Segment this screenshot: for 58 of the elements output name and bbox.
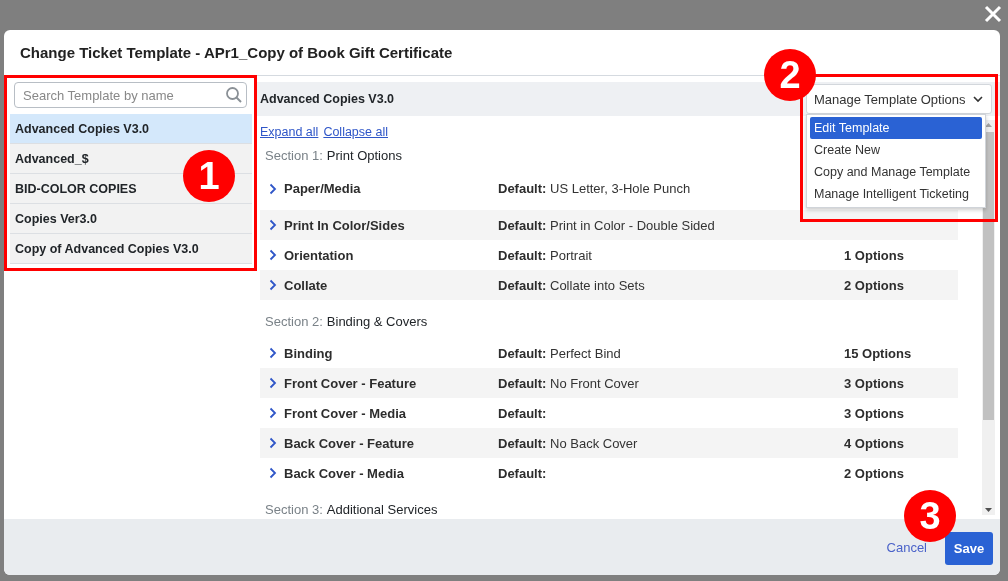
chevron-icon[interactable]: [269, 219, 277, 231]
search-field[interactable]: Search Template by name: [14, 82, 247, 108]
save-button[interactable]: Save: [945, 531, 993, 565]
template-item[interactable]: Copy of Advanced Copies V3.0: [10, 234, 252, 264]
chevron-icon[interactable]: [269, 182, 277, 195]
menu-item[interactable]: Edit Template: [810, 117, 982, 139]
chevron-icon[interactable]: [269, 249, 277, 261]
tree-link[interactable]: Expand all: [260, 125, 319, 143]
default-value: Default: US Letter, 3-Hole Punch: [498, 181, 691, 196]
chevron-icon[interactable]: [269, 279, 277, 291]
option-name: Back Cover - Feature: [284, 435, 415, 451]
caret-icon: [973, 95, 983, 103]
options-count: 3 Options: [844, 375, 904, 391]
chevron-icon[interactable]: [269, 467, 277, 479]
options-count: 1 Options: [844, 247, 904, 263]
menu-item[interactable]: Create New: [810, 139, 982, 161]
template-item[interactable]: Copies Ver3.0: [10, 204, 252, 234]
dialog-title: Change Ticket Template - APr1_Copy of Book Gift Certificate: [20, 44, 453, 61]
default-value: Default: Portrait: [498, 247, 592, 263]
options-count: 4 Options: [844, 435, 904, 451]
option-row[interactable]: Print In Color/Sides Default: Print in Color - Double Sided: [260, 210, 958, 240]
option-name: Orientation: [284, 247, 354, 263]
option-row[interactable]: Back Cover - Feature Default: No Back Cover 4 Options: [260, 428, 958, 458]
default-value: Default: Collate into Sets: [498, 277, 645, 293]
chevron-icon[interactable]: [269, 407, 277, 419]
section-heading: Section 3: Additional Services: [264, 500, 438, 519]
section-heading: Section 2: Binding & Covers: [264, 312, 428, 331]
option-name: Collate: [284, 277, 328, 293]
chevron-icon[interactable]: [269, 347, 277, 359]
template-title: Advanced Copies V3.0: [260, 92, 395, 106]
search-icon[interactable]: [225, 86, 243, 104]
scrollbar[interactable]: [982, 120, 995, 515]
option-name: Paper/Media: [284, 181, 361, 196]
default-value: Default:: [498, 465, 547, 481]
options-count: 3 Options: [844, 405, 904, 421]
option-name: Front Cover - Media: [284, 405, 407, 421]
option-name: Front Cover - Feature: [284, 375, 417, 391]
close-icon[interactable]: [984, 5, 1002, 23]
option-row[interactable]: Front Cover - Feature Default: No Front Cover 3 Options: [260, 368, 958, 398]
options-count: 2 Options: [844, 277, 904, 293]
chevron-icon[interactable]: [269, 437, 277, 449]
chevron-icon[interactable]: [269, 377, 277, 389]
option-name: Binding: [284, 345, 333, 361]
options-count: 15 Options: [844, 345, 912, 361]
manage-options-dropdown[interactable]: Manage Template Options: [806, 84, 992, 114]
option-row[interactable]: Collate Default: Collate into Sets 2 Options: [260, 270, 958, 300]
default-value: Default:: [498, 405, 547, 421]
tree-link[interactable]: Collapse all: [323, 125, 388, 143]
cancel-link[interactable]: Cancel: [886, 539, 927, 555]
default-value: Default: Perfect Bind: [498, 345, 621, 361]
default-value: Default: No Front Cover: [498, 375, 639, 391]
section-heading: Section 1: Print Options: [264, 146, 402, 165]
options-count: 2 Options: [844, 465, 904, 481]
default-value: Default: Print in Color - Double Sided: [498, 217, 715, 233]
option-name: Back Cover - Media: [284, 465, 404, 481]
template-item[interactable]: Advanced Copies V3.0: [10, 114, 252, 144]
default-value: Default: No Back Cover: [498, 435, 638, 451]
option-name: Print In Color/Sides: [284, 217, 405, 233]
